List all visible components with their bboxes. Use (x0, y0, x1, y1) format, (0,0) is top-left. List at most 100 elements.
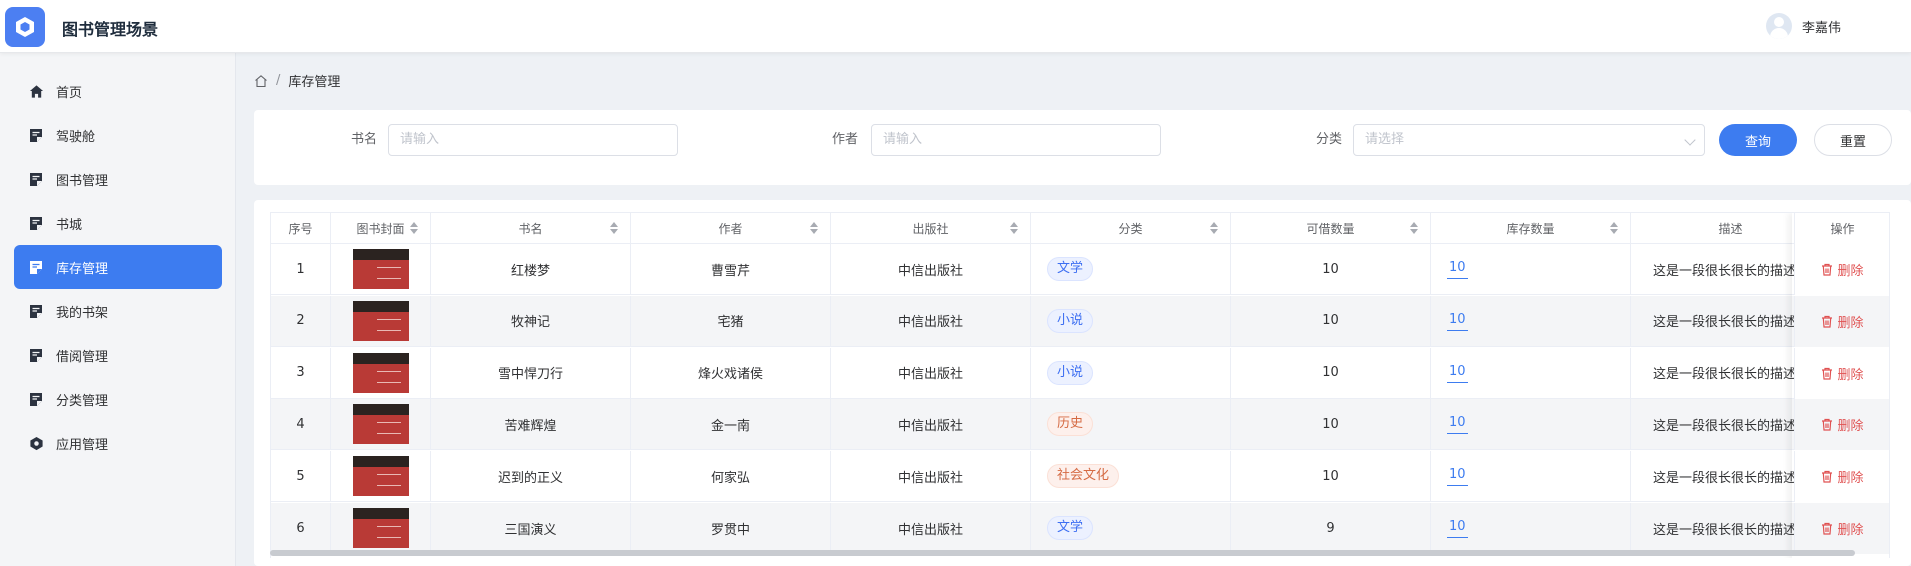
column-header-index: 序号 (271, 213, 331, 243)
cell-borrowable: 10 (1231, 347, 1431, 398)
table-row: 1 红楼梦 曹雪芹 中信出版社 文学 10 10 这是一段很长很长的描述 删除 (271, 244, 1889, 295)
delete-button[interactable]: 删除 (1821, 260, 1864, 279)
sidebar-item-8[interactable]: 分类管理 (14, 377, 222, 421)
delete-button[interactable]: 删除 (1821, 415, 1864, 434)
cell-title: 牧神记 (431, 295, 631, 346)
sort-icon[interactable] (810, 222, 818, 235)
sidebar-item-9[interactable]: 应用管理 (14, 421, 222, 465)
sidebar-item-label: 书城 (56, 217, 83, 233)
cell-text: 牧神记 (510, 315, 550, 331)
cell-text: 这是一段很长很长的描述 (1653, 263, 1797, 279)
table-row: 4 苦难辉煌 金一南 中信出版社 历史 10 10 这是一段很长很长的描述 删除 (271, 399, 1889, 451)
cell-publisher: 中信出版社 (831, 347, 1031, 398)
cell-author: 金一南 (631, 399, 831, 450)
cell-title: 三国演义 (431, 503, 631, 553)
document-icon (28, 391, 44, 407)
avatar[interactable] (1766, 13, 1792, 39)
table-row: 2 牧神记 宅猪 中信出版社 小说 10 10 这是一段很长很长的描述 删除 (271, 295, 1889, 347)
sidebar-item-3[interactable]: 图书管理 (14, 157, 222, 201)
inventory-table: 序号 图书封面 书名 作者 出版社 分类 可借数量 库存数量 描述 操作 1 红楼梦 曹雪芹 中信出版社… (270, 212, 1890, 558)
sort-icon[interactable] (410, 222, 418, 235)
cell-text: 3 (296, 365, 305, 381)
category-select[interactable]: 请选择 (1353, 124, 1705, 156)
cell-action: 删除 (1794, 399, 1889, 451)
stock-quantity-input[interactable]: 10 (1447, 259, 1468, 279)
cell-index: 6 (271, 503, 331, 553)
reset-button[interactable]: 重置 (1814, 124, 1892, 156)
book-cover-image[interactable] (352, 456, 409, 497)
document-icon (28, 171, 44, 187)
cell-stock: 10 (1431, 244, 1631, 294)
cell-text: 2 (296, 313, 305, 329)
cell-borrowable: 10 (1231, 451, 1431, 502)
category-tag: 小说 (1047, 360, 1094, 385)
book-cover-image[interactable] (352, 249, 409, 289)
cell-text: 10 (1322, 313, 1339, 329)
delete-button[interactable]: 删除 (1821, 519, 1864, 538)
cell-text: 这是一段很长很长的描述 (1653, 315, 1797, 331)
cell-cover (331, 295, 431, 346)
top-header: 图书管理场景 李嘉伟 (0, 0, 1911, 53)
query-button[interactable]: 查询 (1719, 124, 1797, 156)
stock-quantity-input[interactable]: 10 (1447, 363, 1468, 383)
document-icon (28, 303, 44, 319)
sidebar-item-7[interactable]: 借阅管理 (14, 333, 222, 377)
cell-stock: 10 (1431, 451, 1631, 502)
column-header-action: 操作 (1794, 213, 1889, 244)
column-header-publisher[interactable]: 出版社 (831, 213, 1031, 243)
category-label: 分类 (1316, 132, 1343, 147)
cell-text: 金一南 (710, 418, 750, 434)
trash-icon (1821, 263, 1833, 276)
cell-action: 删除 (1794, 244, 1889, 295)
sort-icon[interactable] (1010, 222, 1018, 235)
cell-index: 1 (271, 244, 331, 294)
trash-icon (1821, 470, 1833, 483)
stock-quantity-input[interactable]: 10 (1447, 414, 1468, 435)
cell-author: 宅猪 (631, 295, 831, 346)
cell-borrowable: 10 (1231, 399, 1431, 450)
book-cover-image[interactable] (352, 404, 409, 445)
sidebar-item-1[interactable]: 首页 (14, 69, 222, 113)
column-header-cover[interactable]: 图书封面 (331, 213, 431, 243)
category-tag: 历史 (1047, 412, 1094, 437)
horizontal-scrollbar[interactable] (270, 550, 1855, 556)
column-header-label: 序号 (288, 221, 313, 236)
column-header-borrowable[interactable]: 可借数量 (1231, 213, 1431, 243)
stock-quantity-input[interactable]: 10 (1447, 466, 1468, 487)
delete-label: 删除 (1837, 471, 1864, 487)
column-header-category[interactable]: 分类 (1031, 213, 1231, 243)
delete-button[interactable]: 删除 (1821, 467, 1864, 487)
sidebar-item-5[interactable]: 库存管理 (14, 245, 222, 289)
home-icon[interactable] (254, 74, 268, 88)
sort-icon[interactable] (1210, 222, 1218, 235)
stock-quantity-input[interactable]: 10 (1447, 311, 1468, 331)
author-input[interactable]: 请输入 (871, 124, 1161, 156)
column-header-label: 描述 (1718, 221, 1743, 236)
column-header-stock[interactable]: 库存数量 (1431, 213, 1631, 243)
book-name-input[interactable]: 请输入 (388, 124, 678, 156)
sort-icon[interactable] (610, 222, 618, 235)
user-name[interactable]: 李嘉伟 (1802, 17, 1841, 36)
category-tag: 文学 (1047, 257, 1094, 281)
column-header-author[interactable]: 作者 (631, 213, 831, 243)
column-header-title[interactable]: 书名 (431, 213, 631, 243)
book-cover-image[interactable] (352, 508, 409, 548)
cell-cover (331, 347, 431, 398)
book-cover-image[interactable] (352, 352, 409, 393)
user-menu[interactable]: 李嘉伟 (1766, 13, 1841, 39)
sort-icon[interactable] (1610, 222, 1618, 235)
sidebar-item-2[interactable]: 驾驶舱 (14, 113, 222, 157)
cell-stock: 10 (1431, 503, 1631, 553)
delete-label: 删除 (1837, 523, 1864, 538)
delete-button[interactable]: 删除 (1821, 312, 1864, 331)
sidebar-item-4[interactable]: 书城 (14, 201, 222, 245)
delete-button[interactable]: 删除 (1821, 364, 1864, 383)
sort-icon[interactable] (1410, 222, 1418, 235)
cell-stock: 10 (1431, 295, 1631, 346)
sidebar-item-6[interactable]: 我的书架 (14, 289, 222, 333)
cell-cover (331, 244, 431, 294)
cell-text: 10 (1322, 468, 1339, 484)
stock-quantity-input[interactable]: 10 (1447, 518, 1468, 538)
book-cover-image[interactable] (352, 300, 409, 341)
column-header-label: 书名 (518, 221, 543, 236)
